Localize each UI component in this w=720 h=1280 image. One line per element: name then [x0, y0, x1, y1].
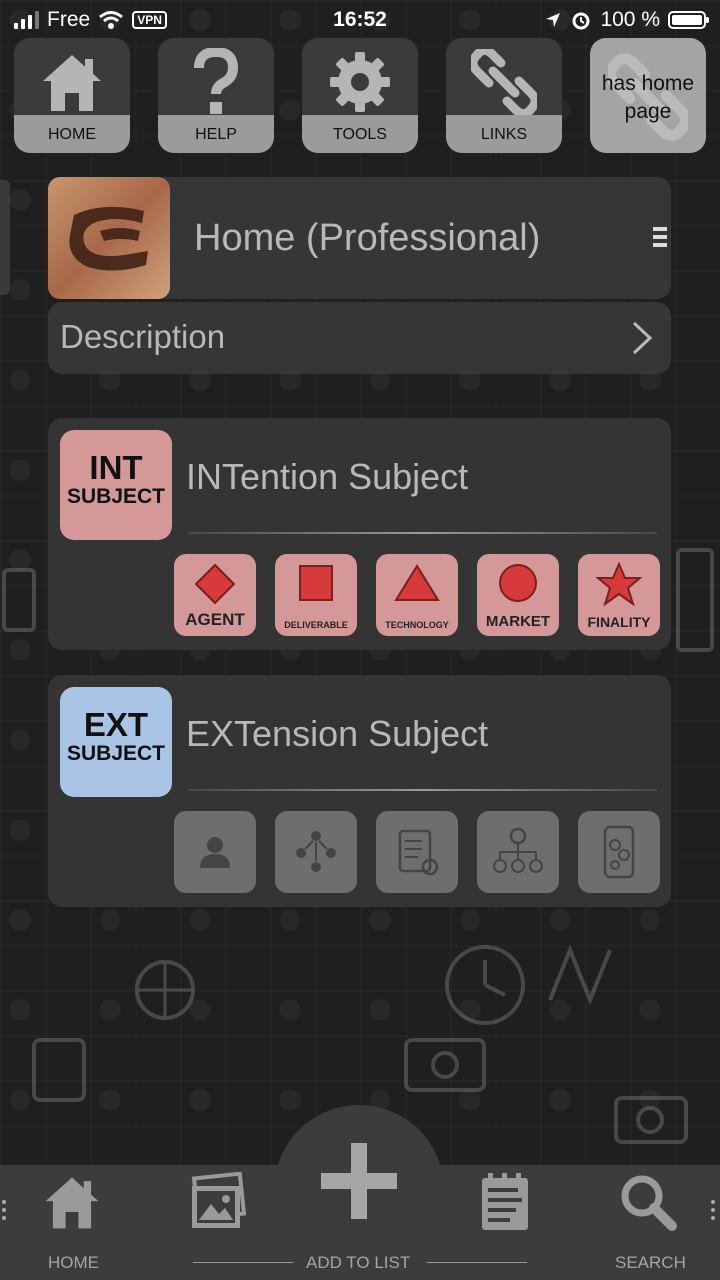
house-icon [43, 55, 101, 111]
cup-icon [32, 1038, 86, 1102]
extension-title: EXTension Subject [186, 713, 489, 754]
pencil-icon [2, 568, 36, 632]
circle-icon [499, 564, 537, 602]
profile-header[interactable]: Home (Professional) [48, 177, 671, 299]
home-button[interactable]: HOME [14, 38, 130, 153]
battery-percent: 100 % [600, 8, 660, 31]
photos-icon [191, 1171, 247, 1228]
left-more-dots-icon[interactable] [2, 1200, 7, 1224]
diamond-icon [194, 563, 236, 605]
mobile-app-tile[interactable] [578, 811, 660, 893]
page-title: Home (Professional) [194, 217, 541, 259]
ext-subject-badge[interactable]: EXT SUBJECT [60, 687, 172, 797]
question-mark-icon [194, 48, 239, 114]
clock-icon [445, 945, 525, 1025]
technology-tile[interactable]: TECHNOLOGY [376, 554, 458, 636]
person-icon [200, 837, 230, 868]
logo-mark-icon [69, 206, 148, 271]
battery-icon [668, 11, 709, 29]
plus-icon [321, 1143, 397, 1219]
door-icon [676, 548, 714, 652]
nav-gallery-button[interactable] [186, 1171, 250, 1239]
chain-link-icon [471, 49, 537, 115]
avatar[interactable] [48, 177, 170, 299]
process-tile[interactable] [477, 811, 559, 893]
house-icon [45, 1177, 99, 1229]
divider [188, 789, 657, 791]
nav-add-label: ADD TO LIST [306, 1253, 411, 1272]
help-button-label: HELP [158, 115, 274, 153]
globe-icon [135, 960, 195, 1020]
deliverable-tile[interactable]: DELIVERABLE [275, 554, 357, 636]
description-label: Description [60, 318, 226, 355]
int-subject-badge[interactable]: INT SUBJECT [60, 430, 172, 540]
square-icon [299, 565, 333, 601]
links-button-label: LINKS [446, 115, 562, 153]
divider [188, 532, 657, 534]
person-tile[interactable] [174, 811, 256, 893]
nav-home-label: HOME [48, 1253, 99, 1272]
agent-tile[interactable]: AGENT [174, 554, 256, 636]
location-arrow-icon [546, 13, 561, 27]
intention-subject-card[interactable]: INT SUBJECT INTention Subject AGENT DELI… [48, 418, 671, 650]
ext-badge-big: EXT [83, 706, 149, 743]
chevron-right-icon [632, 321, 653, 355]
nav-search-label: SEARCH [615, 1253, 686, 1272]
alarm-icon [572, 12, 590, 30]
home-page-status[interactable]: has home page [590, 38, 706, 153]
finality-tile[interactable]: FINALITY [578, 554, 660, 636]
nav-search-button[interactable] [618, 1172, 678, 1237]
left-drawer-tab[interactable] [0, 180, 10, 295]
deliverable-label: DELIVERABLE [284, 620, 348, 630]
home-button-label: HOME [14, 115, 130, 153]
money-icon [404, 1038, 486, 1092]
map-icon [548, 944, 612, 1006]
help-button[interactable]: HELP [158, 38, 274, 153]
extension-subject-card[interactable]: EXT SUBJECT EXTension Subject [48, 675, 671, 907]
checklist-tile[interactable] [376, 811, 458, 893]
clipboard-gear-icon [398, 829, 439, 876]
tools-button-label: TOOLS [302, 115, 418, 153]
process-flow-icon [493, 827, 543, 873]
ext-badge-small: SUBJECT [66, 742, 166, 765]
gear-icon [330, 52, 390, 112]
divider [193, 1262, 293, 1263]
home-page-note: has home page [601, 72, 695, 123]
add-to-list-button[interactable] [274, 1105, 444, 1275]
links-button[interactable]: LINKS [446, 38, 562, 153]
nav-home-button[interactable] [40, 1172, 104, 1237]
market-label: MARKET [485, 613, 551, 630]
technology-label: TECHNOLOGY [385, 620, 449, 630]
int-badge-big: INT [89, 449, 143, 486]
market-tile[interactable]: MARKET [477, 554, 559, 636]
agent-label: AGENT [185, 610, 245, 629]
tools-button[interactable]: TOOLS [302, 38, 418, 153]
right-more-dots-icon[interactable] [711, 1200, 716, 1224]
divider [427, 1262, 527, 1263]
notepad-icon [482, 1173, 528, 1230]
camera-icon [614, 1096, 688, 1144]
team-tile[interactable] [275, 811, 357, 893]
finality-label: FINALITY [587, 614, 651, 630]
nav-list-button[interactable] [476, 1172, 534, 1239]
org-chart-icon [296, 831, 336, 872]
intention-title: INTention Subject [186, 456, 469, 497]
description-row[interactable]: Description [48, 302, 671, 374]
triangle-icon [394, 564, 440, 601]
search-icon [621, 1175, 677, 1231]
status-bar: Free VPN 16:52 100 % [0, 0, 720, 40]
int-badge-small: SUBJECT [66, 485, 166, 508]
star-icon [596, 562, 642, 606]
smartphone-gear-icon [603, 825, 635, 879]
menu-icon[interactable] [653, 227, 667, 251]
